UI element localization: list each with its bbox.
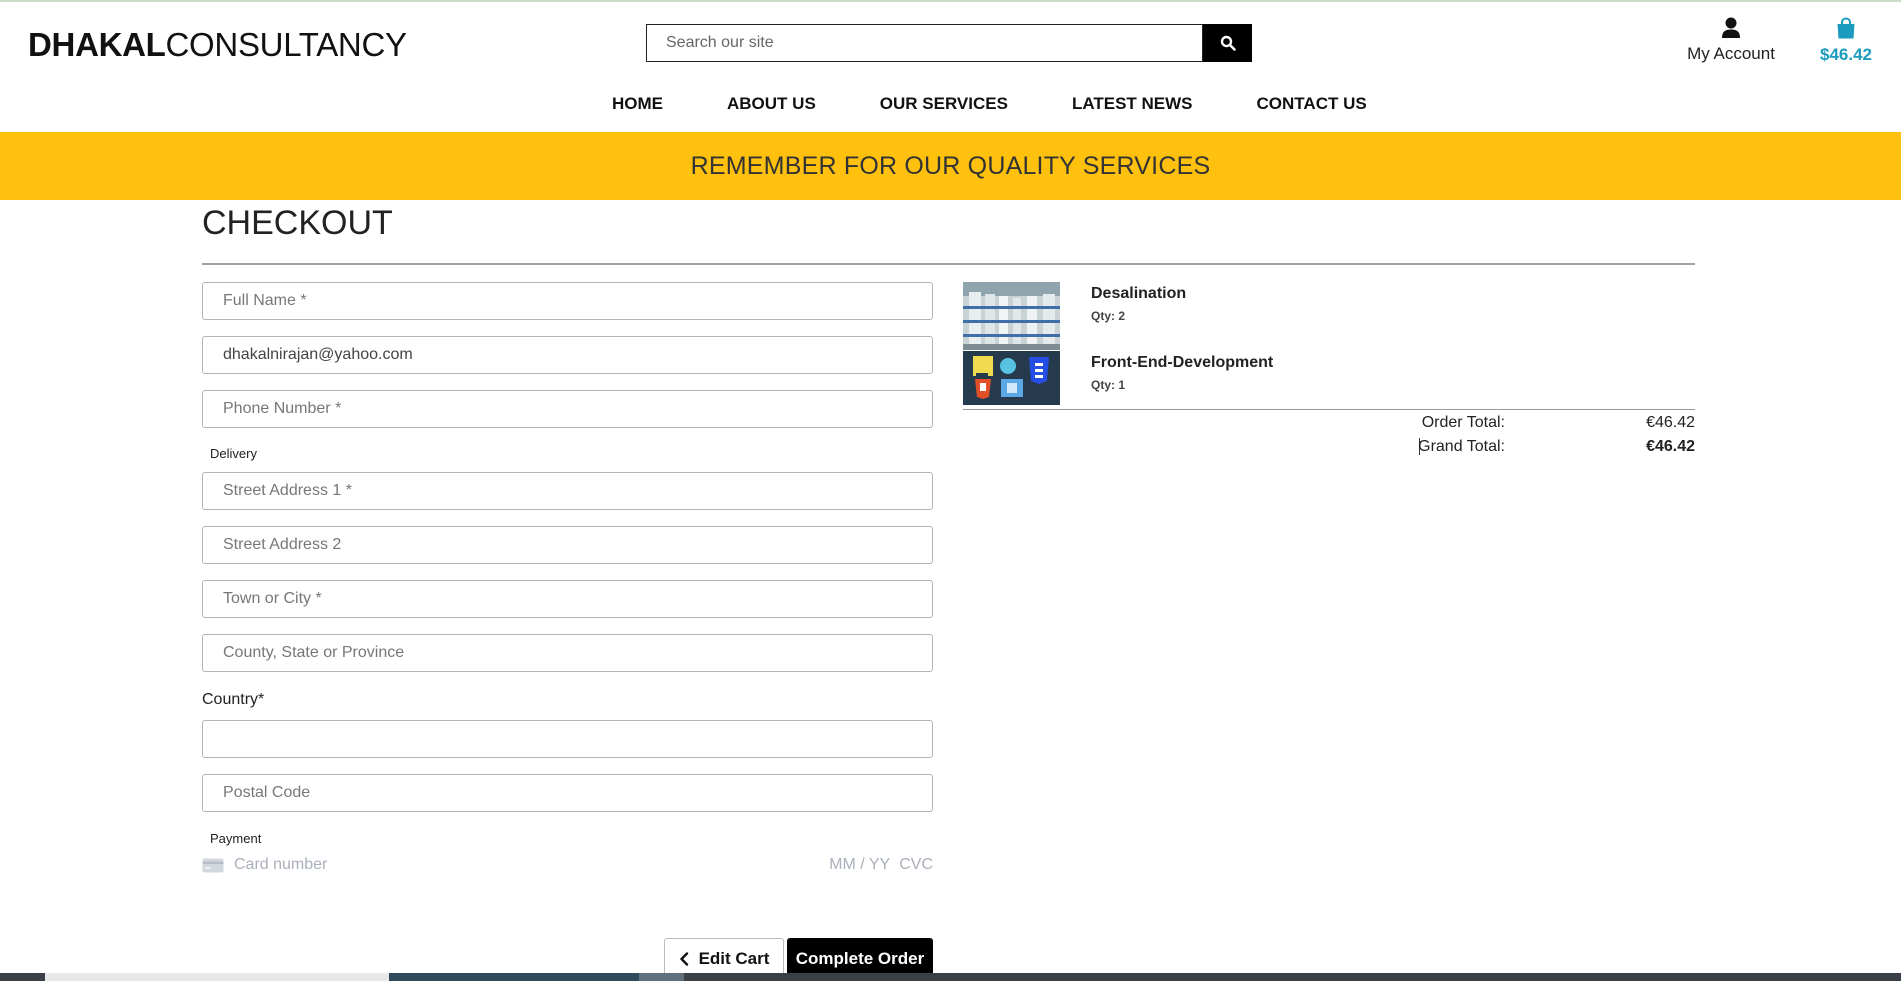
search-input[interactable] bbox=[646, 24, 1203, 62]
page-title: CHECKOUT bbox=[202, 204, 393, 242]
order-total-label: Order Total: bbox=[1421, 414, 1505, 431]
summary-divider bbox=[963, 409, 1695, 410]
promo-banner-text: REMEMBER FOR OUR QUALITY SERVICES bbox=[690, 151, 1211, 180]
grand-total-value: €46.42 bbox=[1646, 438, 1695, 455]
street-address-1-input[interactable] bbox=[202, 472, 933, 510]
search-button[interactable] bbox=[1203, 24, 1252, 62]
taskbar-search[interactable] bbox=[45, 973, 389, 981]
county-input[interactable] bbox=[202, 634, 933, 672]
site-logo[interactable]: DHAKALCONSULTANCY bbox=[28, 26, 407, 64]
town-city-input[interactable] bbox=[202, 580, 933, 618]
os-taskbar bbox=[0, 973, 1901, 981]
card-expiry-placeholder: MM / YY bbox=[829, 856, 891, 873]
grand-total-label: Grand Total: bbox=[1418, 438, 1505, 455]
edit-cart-label: Edit Cart bbox=[698, 949, 770, 968]
search-icon bbox=[1220, 35, 1236, 51]
country-label: Country* bbox=[202, 691, 265, 708]
complete-order-label: Complete Order bbox=[795, 949, 925, 968]
chevron-left-icon bbox=[679, 952, 688, 966]
nav-latest-news[interactable]: LATEST NEWS bbox=[1072, 94, 1193, 114]
phone-input[interactable] bbox=[202, 390, 933, 428]
full-name-input[interactable] bbox=[202, 282, 933, 320]
item-name: Front-End-Development bbox=[1091, 354, 1274, 371]
shopping-bag-icon bbox=[1837, 17, 1855, 39]
email-input[interactable] bbox=[202, 336, 933, 374]
promo-banner: REMEMBER FOR OUR QUALITY SERVICES bbox=[0, 132, 1901, 200]
street-address-2-input[interactable] bbox=[202, 526, 933, 564]
card-number-placeholder: Card number bbox=[234, 856, 328, 873]
item-qty: Qty: 2 bbox=[1091, 309, 1126, 323]
my-account-link[interactable]: My Account bbox=[1686, 17, 1776, 64]
nav-home[interactable]: HOME bbox=[612, 94, 663, 114]
delivery-legend: Delivery bbox=[210, 446, 257, 461]
logo-bold-text: DHAKAL bbox=[28, 26, 166, 63]
nav-about-us[interactable]: ABOUT US bbox=[727, 94, 816, 114]
card-element[interactable]: Card number MM / YY CVC bbox=[202, 854, 933, 876]
payment-legend: Payment bbox=[210, 831, 262, 846]
credit-card-icon bbox=[202, 858, 224, 872]
country-select[interactable] bbox=[202, 720, 933, 758]
my-account-label: My Account bbox=[1687, 44, 1775, 63]
desalination-thumbnail[interactable] bbox=[963, 282, 1060, 350]
cart-link[interactable]: $46.42 bbox=[1810, 17, 1882, 65]
nav-our-services[interactable]: OUR SERVICES bbox=[880, 94, 1008, 114]
search-form bbox=[646, 24, 1252, 62]
postal-code-input[interactable] bbox=[202, 774, 933, 812]
title-divider bbox=[202, 263, 1695, 265]
logo-light-text: CONSULTANCY bbox=[165, 26, 407, 63]
taskbar-app[interactable] bbox=[639, 973, 684, 981]
cart-total: $46.42 bbox=[1820, 45, 1872, 64]
main-nav: HOME ABOUT US OUR SERVICES LATEST NEWS C… bbox=[612, 94, 1367, 114]
front-end-development-thumbnail[interactable] bbox=[963, 351, 1060, 405]
user-icon bbox=[1722, 17, 1740, 38]
order-total-value: €46.42 bbox=[1646, 414, 1695, 431]
taskbar-app[interactable] bbox=[389, 973, 639, 981]
nav-contact-us[interactable]: CONTACT US bbox=[1257, 94, 1367, 114]
card-cvc-placeholder: CVC bbox=[899, 856, 933, 873]
item-qty: Qty: 1 bbox=[1091, 378, 1126, 392]
item-name: Desalination bbox=[1091, 285, 1187, 302]
